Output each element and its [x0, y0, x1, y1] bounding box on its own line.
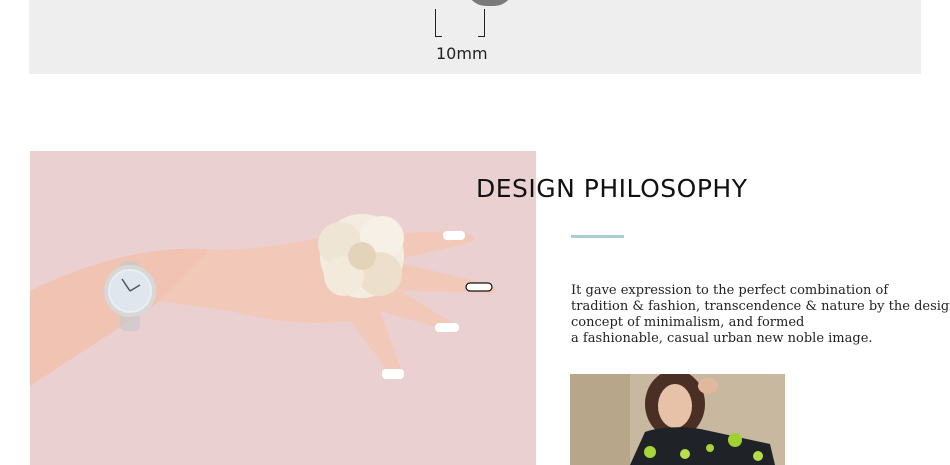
description-line: It gave expression to the perfect combin… — [571, 283, 889, 298]
strap-end-illustration — [466, 0, 514, 6]
measurement-bracket — [435, 9, 485, 37]
design-description: It gave expression to the perfect combin… — [571, 283, 950, 347]
strap-width-label: 10mm — [436, 44, 488, 63]
watch-on-hand-photo — [30, 151, 536, 465]
description-line: tradition & fashion, transcendence & nat… — [571, 299, 950, 314]
description-line: concept of minimalism, and formed — [571, 315, 805, 330]
section-title: DESIGN PHILOSOPHY — [476, 174, 748, 203]
description-line: a fashionable, casual urban new noble im… — [571, 331, 873, 346]
product-detail-page: 10mm DESIGN PHILOSOPHY It gave expressio… — [0, 0, 950, 465]
model-photo — [570, 374, 785, 465]
title-divider — [571, 235, 624, 238]
